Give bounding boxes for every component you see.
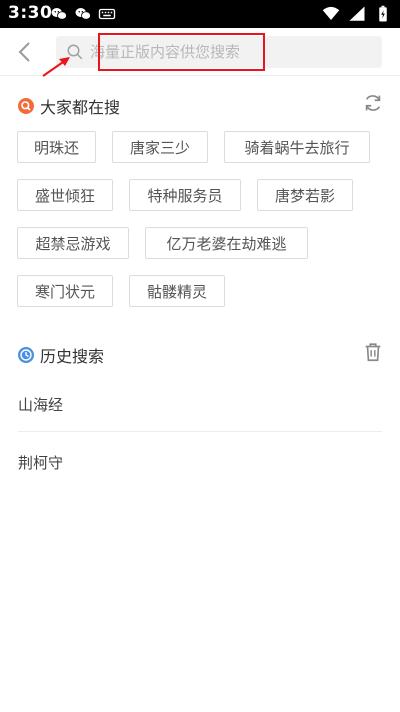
- hot-tag[interactable]: 特种服务员: [129, 179, 241, 211]
- hot-tag[interactable]: 亿万老婆在劫难逃: [145, 227, 308, 259]
- divider: [18, 431, 382, 432]
- hot-tag[interactable]: 唐梦若影: [257, 179, 353, 211]
- status-bar: 3:30: [0, 0, 400, 28]
- status-time: 3:30: [8, 3, 53, 23]
- keyboard-icon: [98, 8, 116, 20]
- back-button[interactable]: [12, 38, 36, 66]
- hot-tag[interactable]: 骷髅精灵: [129, 275, 225, 307]
- hot-search-title: 大家都在搜: [40, 98, 121, 117]
- wechat-icon: [51, 8, 67, 20]
- refresh-icon[interactable]: [362, 92, 384, 114]
- history-header: 历史搜索: [18, 343, 104, 367]
- history-title: 历史搜索: [40, 347, 105, 366]
- history-item[interactable]: 荆柯守: [18, 452, 63, 473]
- search-badge-icon: [18, 98, 34, 114]
- hot-tag[interactable]: 超禁忌游戏: [17, 227, 129, 259]
- history-item[interactable]: 山海经: [18, 394, 63, 415]
- hot-tag[interactable]: 盛世倾狂: [17, 179, 113, 211]
- hot-search-header: 大家都在搜: [18, 94, 120, 118]
- wifi-icon: [322, 6, 340, 20]
- annotation-arrow-icon: [42, 57, 70, 77]
- hot-tag[interactable]: 唐家三少: [112, 131, 208, 163]
- hot-tag[interactable]: 寒门状元: [17, 275, 113, 307]
- trash-icon[interactable]: [362, 341, 384, 363]
- battery-icon: [379, 5, 387, 22]
- hot-tag[interactable]: 骑着蜗牛去旅行: [224, 131, 370, 163]
- hot-tag[interactable]: 明珠还: [17, 131, 96, 163]
- chevron-left-icon: [18, 42, 30, 62]
- clock-icon: [18, 347, 34, 363]
- annotation-highlight-box: [98, 33, 265, 71]
- signal-icon: [349, 6, 365, 21]
- wechat-icon: [75, 8, 91, 20]
